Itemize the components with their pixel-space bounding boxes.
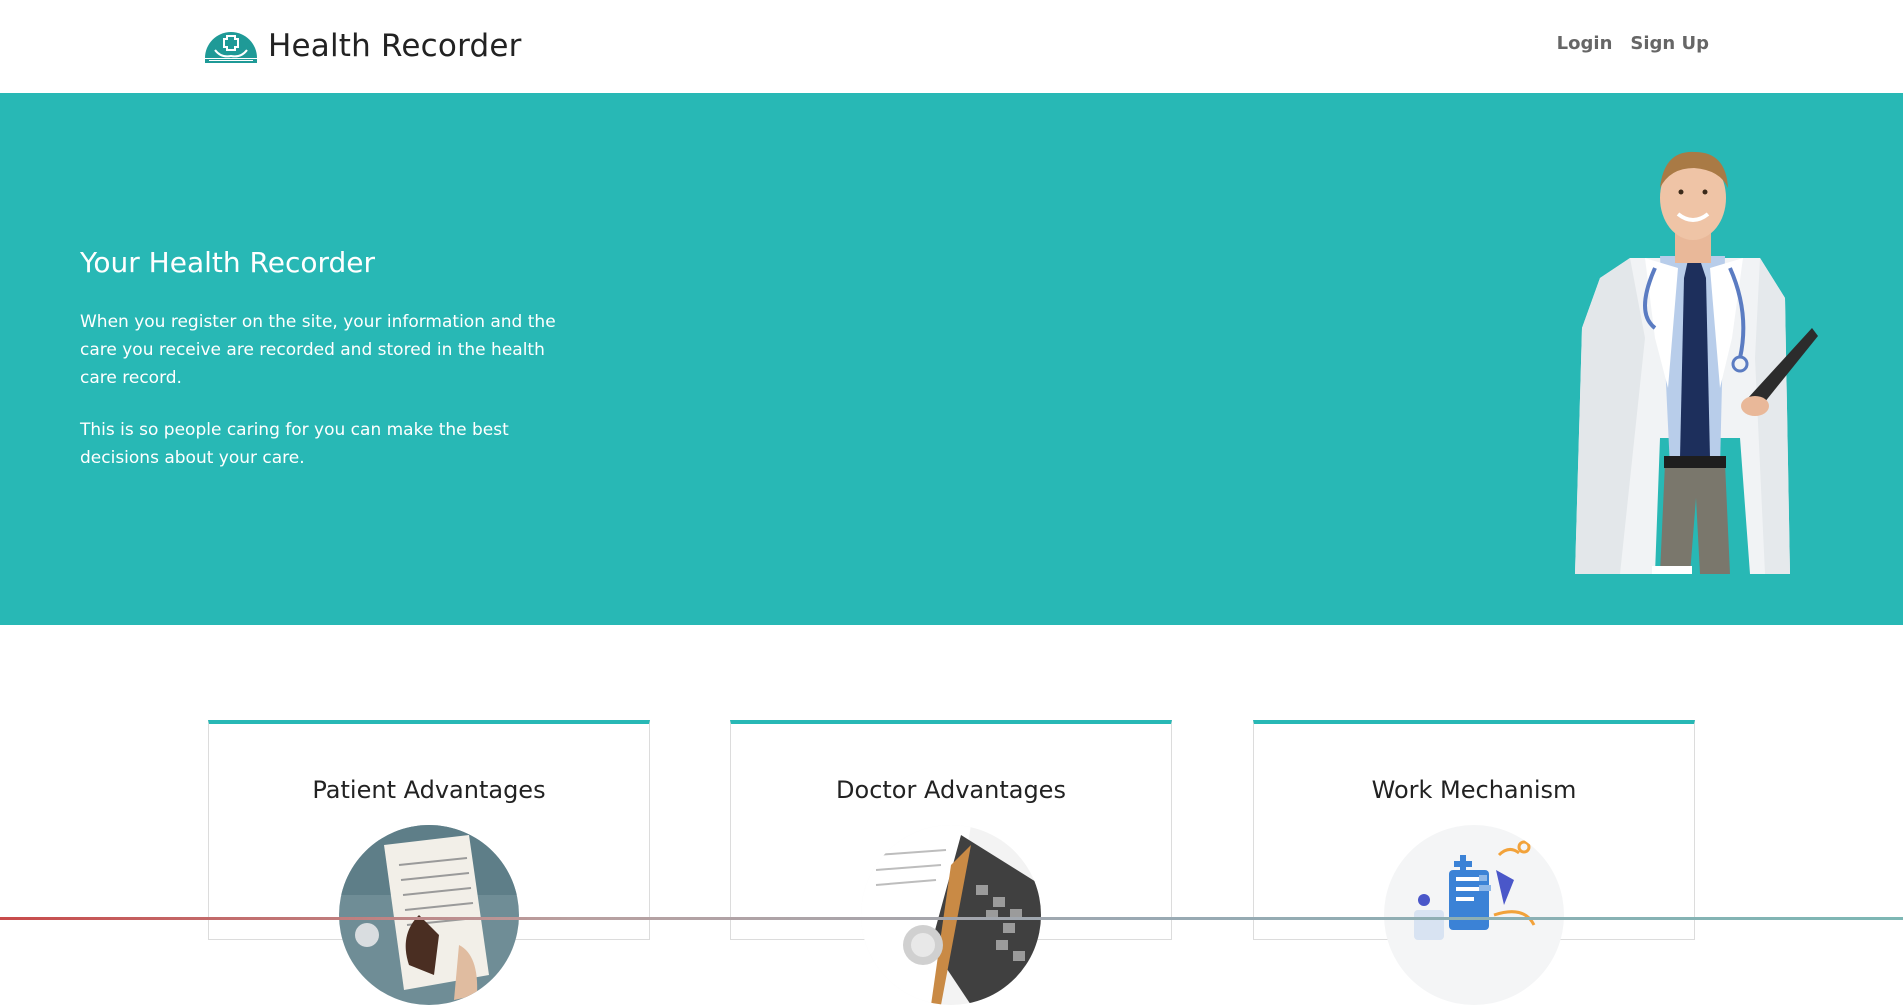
doctor-stethoscope-image <box>861 825 1041 1005</box>
hero-paragraph-2: This is so people caring for you can mak… <box>80 420 509 468</box>
login-link[interactable]: Login <box>1557 33 1613 54</box>
hero-paragraph-1: When you register on the site, your info… <box>80 312 556 388</box>
medical-record-illustration <box>1384 825 1564 1005</box>
doctor-image <box>1575 151 1818 574</box>
nav-links: Login Sign Up <box>1557 33 1709 54</box>
patient-advantages-card: Patient Advantages <box>208 720 650 1005</box>
signup-link[interactable]: Sign Up <box>1630 33 1709 54</box>
patient-clipboard-image <box>339 825 519 1005</box>
hero-title: Your Health Recorder <box>80 246 375 279</box>
health-logo-icon <box>205 32 257 63</box>
doctor-advantages-card: Doctor Advantages <box>730 720 1172 1005</box>
card-title: Patient Advantages <box>312 776 546 804</box>
card-title: Doctor Advantages <box>836 776 1066 804</box>
hero-section: Your Health Recorder When you register o… <box>0 93 1903 625</box>
brand-link[interactable]: Health Recorder <box>203 24 522 68</box>
card-title: Work Mechanism <box>1371 776 1577 804</box>
work-mechanism-card: Work Mechanism <box>1253 720 1695 1005</box>
navbar: Health Recorder Login Sign Up <box>0 0 1903 93</box>
brand-name: Health Recorder <box>268 28 522 64</box>
